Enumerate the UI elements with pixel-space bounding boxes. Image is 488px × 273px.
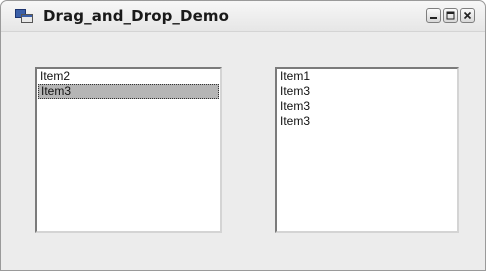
list-item[interactable]: Item3 [277, 114, 457, 129]
caption-buttons [426, 8, 475, 24]
app-window-icon[interactable] [15, 9, 33, 23]
minimize-button[interactable] [426, 8, 441, 23]
minimize-icon [430, 17, 437, 19]
app-window: Drag_and_Drop_Demo Item2 Item3 Item1 Ite… [0, 0, 486, 271]
list-item[interactable]: Item1 [277, 69, 457, 84]
right-listbox[interactable]: Item1 Item3 Item3 Item3 [275, 67, 459, 233]
window-title: Drag_and_Drop_Demo [43, 7, 229, 25]
maximize-button[interactable] [443, 8, 458, 23]
left-listbox[interactable]: Item2 Item3 [35, 67, 222, 233]
list-item[interactable]: Item3 [277, 99, 457, 114]
maximize-icon [446, 11, 455, 20]
title-bar[interactable]: Drag_and_Drop_Demo [1, 1, 485, 32]
list-item[interactable]: Item2 [37, 69, 220, 84]
list-item-selected[interactable]: Item3 [38, 84, 219, 99]
close-button[interactable] [460, 8, 475, 23]
list-item[interactable]: Item3 [277, 84, 457, 99]
close-icon [463, 11, 472, 20]
